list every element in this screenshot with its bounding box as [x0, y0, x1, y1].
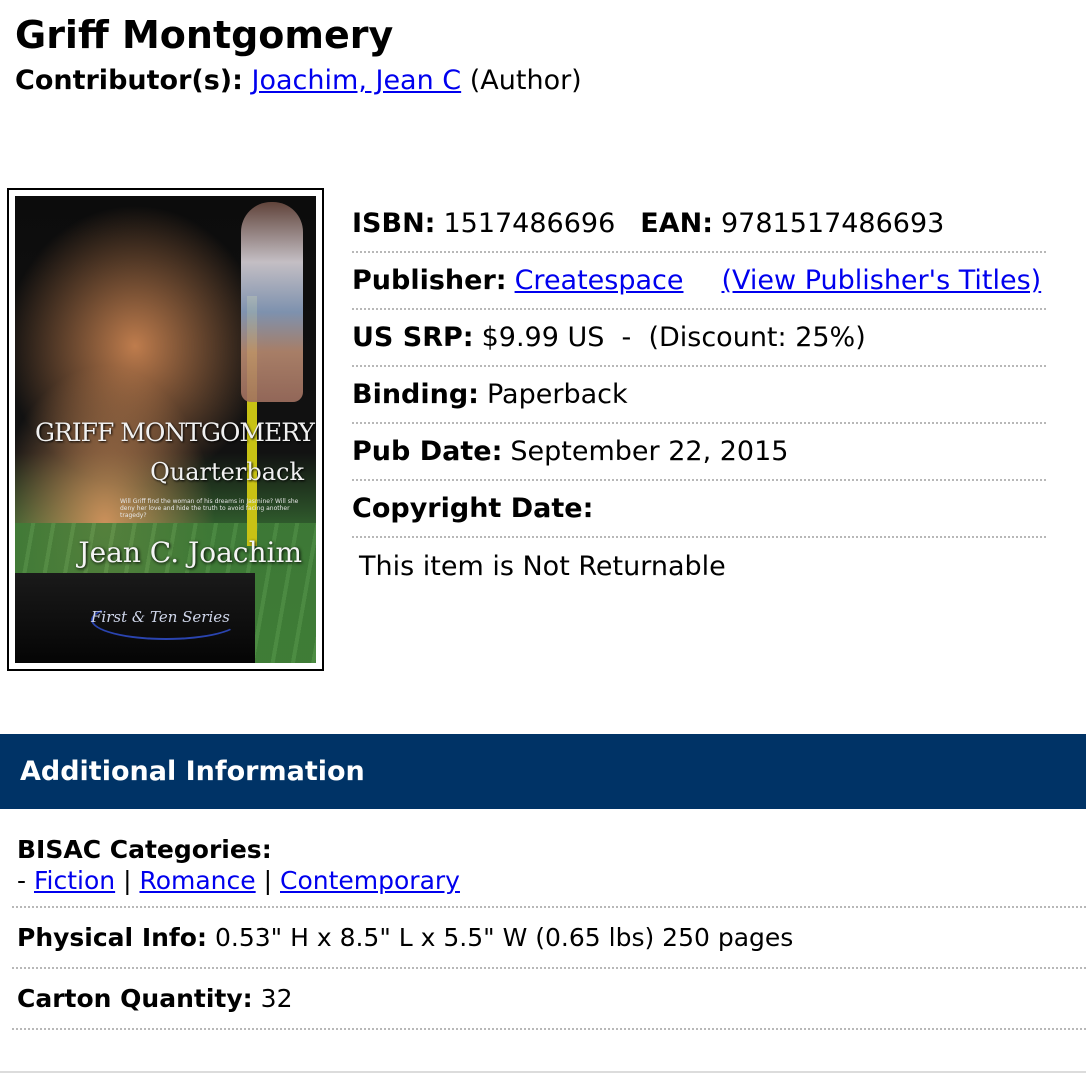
- book-cover-frame: GRIFF MONTGOMERY Quarterback Will Griff …: [7, 188, 324, 671]
- physical-info-value: 0.53" H x 8.5" L x 5.5" W (0.65 lbs) 250…: [214, 923, 794, 952]
- returnable-row: This item is Not Returnable: [352, 538, 1046, 595]
- binding-label: Binding:: [352, 379, 479, 410]
- book-cover-image[interactable]: GRIFF MONTGOMERY Quarterback Will Griff …: [15, 196, 316, 663]
- copyright-date-row: Copyright Date:: [352, 481, 1046, 538]
- srp-label: US SRP:: [352, 322, 474, 353]
- binding-row: Binding: Paperback: [352, 367, 1046, 424]
- page-title: Griff Montgomery: [15, 13, 394, 57]
- category-link-fiction[interactable]: Fiction: [34, 866, 115, 895]
- contributor-role: (Author): [469, 65, 582, 96]
- category-link-contemporary[interactable]: Contemporary: [280, 866, 460, 895]
- isbn-label: ISBN:: [352, 208, 436, 239]
- pub-date-row: Pub Date: September 22, 2015: [352, 424, 1046, 481]
- cover-series-text: First & Ten Series: [91, 608, 230, 626]
- copyright-date-label: Copyright Date:: [352, 493, 594, 524]
- pub-date-value: September 22, 2015: [510, 436, 789, 467]
- cover-blurb-text: Will Griff find the woman of his dreams …: [120, 498, 299, 519]
- carton-quantity-value: 32: [260, 984, 293, 1013]
- srp-row: US SRP: $9.99 US - (Discount: 25%): [352, 310, 1046, 367]
- category-separator: |: [123, 866, 132, 895]
- view-publisher-titles-link[interactable]: (View Publisher's Titles): [722, 265, 1042, 296]
- bisac-label: BISAC Categories:: [17, 835, 272, 864]
- category-separator: |: [263, 866, 273, 895]
- section-divider: [0, 1071, 1086, 1073]
- publisher-row: Publisher: Createspace (View Publisher's…: [352, 253, 1046, 310]
- isbn-row: ISBN: 1517486696 EAN: 9781517486693: [352, 196, 1046, 253]
- carton-quantity-label: Carton Quantity:: [17, 984, 253, 1013]
- physical-info-label: Physical Info:: [17, 923, 207, 952]
- ean-label: EAN:: [640, 208, 713, 239]
- physical-info-row: Physical Info: 0.53" H x 8.5" L x 5.5" W…: [12, 908, 1086, 969]
- isbn-value: 1517486696: [443, 208, 616, 239]
- cover-title-text: GRIFF MONTGOMERY: [35, 418, 315, 447]
- srp-value: $9.99 US - (Discount: 25%): [481, 322, 866, 353]
- bisac-links: - Fiction | Romance | Contemporary: [17, 865, 1081, 896]
- cover-author-text: Jean C. Joachim: [78, 536, 302, 569]
- pub-date-label: Pub Date:: [352, 436, 503, 467]
- binding-value: Paperback: [486, 379, 628, 410]
- contributors-label: Contributor(s):: [15, 65, 243, 96]
- returnable-note: This item is Not Returnable: [359, 551, 726, 582]
- category-link-romance[interactable]: Romance: [139, 866, 255, 895]
- additional-info-header: Additional Information: [0, 734, 1086, 809]
- contributor-link[interactable]: Joachim, Jean C: [252, 65, 462, 96]
- additional-info-section: BISAC Categories: - Fiction | Romance | …: [12, 834, 1086, 1030]
- cover-figure-graphic: [241, 202, 303, 402]
- cover-subtitle-text: Quarterback: [150, 458, 304, 486]
- ean-value: 9781517486693: [721, 208, 945, 239]
- book-details: ISBN: 1517486696 EAN: 9781517486693 Publ…: [352, 196, 1046, 595]
- bisac-prefix: -: [17, 866, 27, 895]
- publisher-link[interactable]: Createspace: [515, 265, 684, 296]
- contributors-line: Contributor(s): Joachim, Jean C (Author): [15, 63, 582, 99]
- carton-quantity-row: Carton Quantity: 32: [12, 969, 1086, 1030]
- bisac-categories: BISAC Categories: - Fiction | Romance | …: [12, 834, 1086, 908]
- publisher-label: Publisher:: [352, 265, 507, 296]
